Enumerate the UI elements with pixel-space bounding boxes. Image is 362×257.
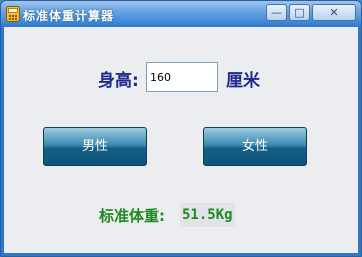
close-icon: ✕ [329,6,339,19]
result-label: 标准体重: [99,207,165,225]
result-value: 51.5Kg [180,203,235,227]
window-title: 标准体重计算器 [23,9,115,23]
client-area: 身高: 160 厘米 男性 女性 标准体重: 51.5Kg [4,27,358,253]
height-input[interactable]: 160 [146,62,218,92]
title-bar[interactable]: 标准体重计算器 — □ ✕ [1,1,361,27]
maximize-icon: □ [294,6,305,19]
app-window: 标准体重计算器 — □ ✕ 身高: 160 厘米 男性 女性 标准体重: 51.… [0,0,362,257]
minimize-button[interactable]: — [266,4,287,21]
minimize-icon: — [271,6,282,19]
male-button[interactable]: 男性 [43,127,147,166]
close-button[interactable]: ✕ [312,4,356,21]
female-button[interactable]: 女性 [203,127,307,166]
maximize-button[interactable]: □ [289,4,310,21]
height-label: 身高: [98,71,139,91]
unit-label: 厘米 [226,71,260,91]
calculator-app-icon [6,6,20,22]
